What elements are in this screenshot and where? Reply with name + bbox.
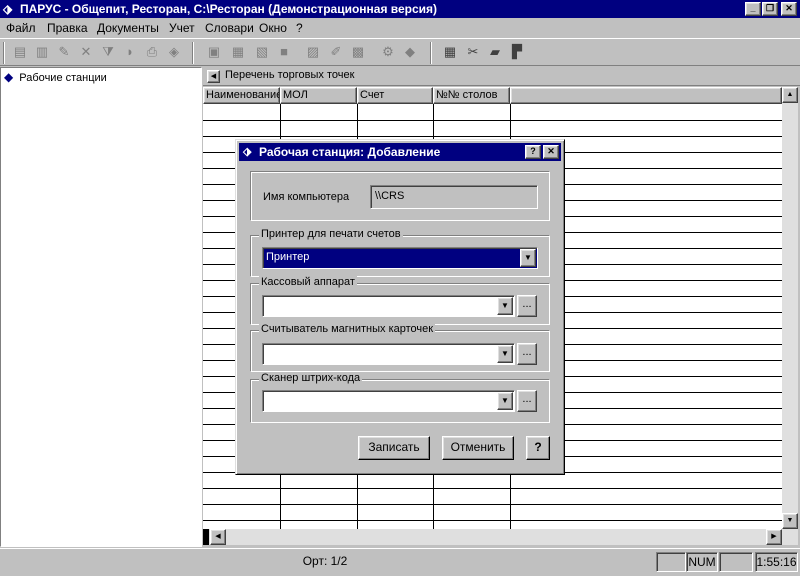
- barcode-scanner-group-label: Сканер штрих-кода: [259, 372, 363, 384]
- card-reader-group-label: Считыватель магнитных карточек: [259, 323, 436, 335]
- tree-icon[interactable]: ▛: [509, 44, 525, 60]
- grid-row-line: [203, 120, 782, 121]
- copy-record-icon[interactable]: ▥: [34, 44, 50, 60]
- find-icon[interactable]: ◗: [122, 44, 138, 60]
- list-header: ◀ Перечень торговых точек: [203, 67, 800, 86]
- tree-item-label: Рабочие станции: [19, 72, 107, 84]
- help-button[interactable]: ?: [526, 436, 550, 460]
- user-icon[interactable]: ◆: [402, 44, 418, 60]
- computer-name-field[interactable]: \\CRS: [370, 185, 538, 209]
- print-icon[interactable]: ⎙: [144, 44, 160, 60]
- app-title: ПАРУС - Общепит, Ресторан, С:\Ресторан (…: [20, 2, 438, 16]
- cancel-button[interactable]: Отменить: [442, 436, 514, 460]
- settings-icon[interactable]: ✂: [465, 44, 481, 60]
- column-header-account[interactable]: Счет: [357, 87, 433, 104]
- grid-row-line: [203, 504, 782, 505]
- dialog-title: Рабочая станция: Добавление: [259, 145, 441, 159]
- column-header-name[interactable]: Наименование: [203, 87, 280, 104]
- tree-pane: ◆ Рабочие станции: [0, 67, 202, 547]
- dialog-help-icon[interactable]: ?: [525, 145, 541, 159]
- scroll-right-icon[interactable]: ▶: [766, 529, 782, 545]
- report-icon[interactable]: ▣: [206, 44, 222, 60]
- vertical-scrollbar[interactable]: ▲ ▼: [782, 87, 798, 529]
- app-titlebar: ⬗ ПАРУС - Общепит, Ресторан, С:\Ресторан…: [0, 0, 800, 18]
- printer-dropdown-icon[interactable]: ▼: [520, 249, 536, 267]
- printer-group-label: Принтер для печати счетов: [259, 228, 403, 240]
- scroll-down-icon[interactable]: ▼: [782, 513, 798, 529]
- card-reader-browse-button[interactable]: ...: [517, 343, 537, 365]
- card-reader-select[interactable]: ▼: [262, 343, 515, 365]
- workstation-add-dialog: ⬗ Рабочая станция: Добавление ? ✕ Имя ко…: [235, 139, 565, 475]
- refresh-icon[interactable]: ◈: [166, 44, 182, 60]
- cash-register-browse-button[interactable]: ...: [517, 295, 537, 317]
- form-icon[interactable]: ▦: [230, 44, 246, 60]
- status-panel-empty: [656, 552, 686, 572]
- scroll-up-icon[interactable]: ▲: [782, 87, 798, 103]
- scroll-left-icon[interactable]: ◀: [210, 529, 226, 545]
- column-header-empty: [510, 87, 782, 104]
- tree-item-workstations[interactable]: ◆ Рабочие станции: [4, 70, 107, 85]
- list-title: Перечень торговых точек: [225, 69, 355, 81]
- column-header-tables[interactable]: №№ столов: [433, 87, 510, 104]
- delete-record-icon[interactable]: ✕: [78, 44, 94, 60]
- printer-select[interactable]: Принтер ▼: [262, 247, 538, 269]
- block-icon[interactable]: ■: [276, 44, 292, 60]
- toolbar: ▤ ▥ ✎ ✕ ⧩ ◗ ⎙ ◈ ▣ ▦ ▧ ■ ▨ ✐ ▩ ⚙ ◆ ▦ ✂ ▰ …: [0, 38, 800, 66]
- grid-row-line: [203, 488, 782, 489]
- cash-register-group-label: Кассовый аппарат: [259, 276, 357, 288]
- barcode-scanner-browse-button[interactable]: ...: [517, 390, 537, 412]
- table-icon[interactable]: ▧: [254, 44, 270, 60]
- menu-file[interactable]: Файл: [6, 21, 36, 35]
- printer-value: Принтер: [266, 251, 310, 263]
- save-button[interactable]: Записать: [358, 436, 430, 460]
- app-icon: ⬗: [3, 2, 13, 16]
- card-reader-dropdown-icon[interactable]: ▼: [497, 345, 513, 363]
- status-panel-empty-2: [719, 552, 753, 572]
- record-counter: Орт: 1/2: [302, 554, 348, 568]
- grid-row-line: [203, 520, 782, 521]
- menu-accounting[interactable]: Учет: [169, 21, 195, 35]
- collapse-arrow-icon[interactable]: ◀: [207, 70, 220, 83]
- document-icon[interactable]: ▨: [305, 44, 321, 60]
- filter-icon[interactable]: ⧩: [100, 44, 116, 60]
- computer-name-value: \\CRS: [375, 190, 405, 202]
- close-button[interactable]: ✕: [781, 2, 797, 16]
- toolbar-grip: [3, 42, 5, 64]
- pen-icon[interactable]: ✐: [328, 44, 344, 60]
- calculator-icon[interactable]: ▦: [442, 44, 458, 60]
- barcode-scanner-select[interactable]: ▼: [262, 390, 515, 412]
- cash-register-dropdown-icon[interactable]: ▼: [497, 297, 513, 315]
- num-lock-indicator: NUM: [686, 552, 718, 572]
- menu-bar: Файл Правка Документы Учет Словари Окно …: [0, 19, 800, 37]
- scroll-corner: [203, 529, 209, 545]
- menu-help[interactable]: ?: [296, 21, 303, 35]
- barcode-scanner-dropdown-icon[interactable]: ▼: [497, 392, 513, 410]
- books-icon: ◆: [4, 70, 14, 84]
- horizontal-scrollbar[interactable]: ◀ ▶: [203, 529, 798, 545]
- menu-dictionaries[interactable]: Словари: [205, 21, 254, 35]
- status-bar: Орт: 1/2 NUM 1:55:16: [0, 548, 800, 576]
- restore-button[interactable]: ❐: [762, 2, 778, 16]
- menu-edit[interactable]: Правка: [47, 21, 88, 35]
- folder-icon[interactable]: ▰: [487, 44, 503, 60]
- menu-window[interactable]: Окно: [259, 21, 287, 35]
- grid-row-line: [203, 136, 782, 137]
- dialog-titlebar: ⬗ Рабочая станция: Добавление ? ✕: [239, 143, 561, 161]
- toolbar-separator: [192, 42, 194, 64]
- dialog-icon: ⬗: [243, 146, 252, 158]
- clock: 1:55:16: [755, 552, 798, 572]
- edit-record-icon[interactable]: ✎: [56, 44, 72, 60]
- toolbar-separator-2: [430, 42, 432, 64]
- computer-name-label: Имя компьютера: [263, 191, 350, 203]
- column-header-mol[interactable]: МОЛ: [280, 87, 357, 104]
- tools-icon[interactable]: ⚙: [380, 44, 396, 60]
- minimize-button[interactable]: _: [745, 2, 761, 16]
- new-record-icon[interactable]: ▤: [12, 44, 28, 60]
- menu-documents[interactable]: Документы: [97, 21, 159, 35]
- dialog-close-icon[interactable]: ✕: [543, 145, 559, 159]
- clipboard-icon[interactable]: ▩: [350, 44, 366, 60]
- cash-register-select[interactable]: ▼: [262, 295, 515, 317]
